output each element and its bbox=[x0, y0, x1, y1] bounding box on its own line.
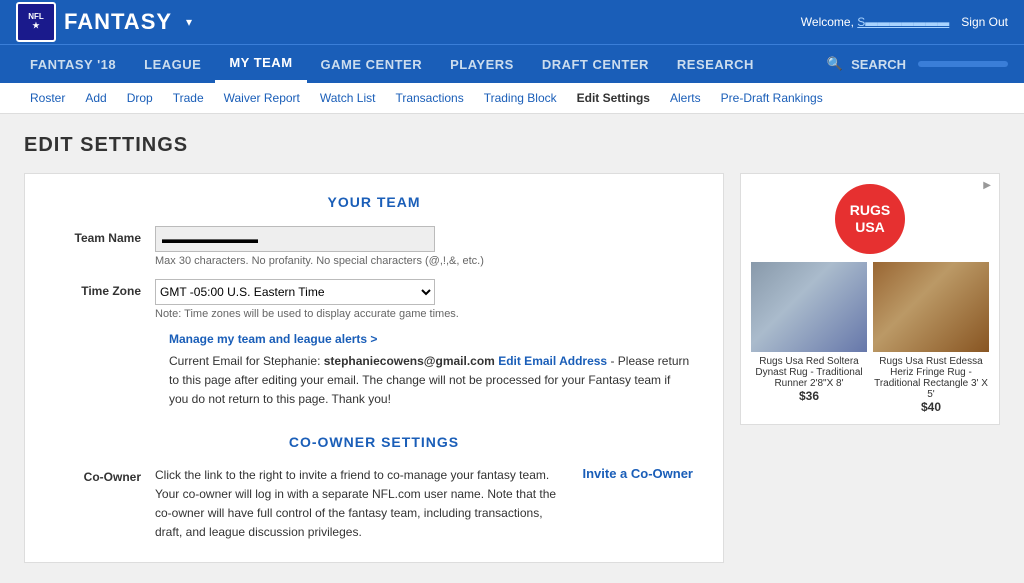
your-team-title: YOUR TEAM bbox=[55, 194, 693, 210]
ad-panel: ▶ RUGSUSA Rugs Usa Red Soltera Dynast Ru… bbox=[740, 173, 1000, 563]
team-name-content: Max 30 characters. No profanity. No spec… bbox=[155, 226, 693, 267]
nav-item-research[interactable]: RESEARCH bbox=[663, 47, 768, 82]
coowner-label: Co-Owner bbox=[55, 466, 155, 484]
ad-image-2[interactable]: Rugs Usa Rust Edessa Heriz Fringe Rug - … bbox=[873, 262, 989, 414]
team-name-label: Team Name bbox=[55, 226, 155, 245]
email-address: stephaniecowens@gmail.com bbox=[324, 354, 495, 368]
search-button[interactable]: 🔍 SEARCH bbox=[827, 56, 906, 72]
timezone-label: Time Zone bbox=[55, 279, 155, 298]
manage-alerts-link[interactable]: Manage my team and league alerts > bbox=[169, 332, 693, 346]
ad-image-1[interactable]: Rugs Usa Red Soltera Dynast Rug - Tradit… bbox=[751, 262, 867, 414]
coowner-row: Co-Owner Click the link to the right to … bbox=[55, 466, 693, 543]
ad-image-placeholder-1 bbox=[751, 262, 867, 352]
nav-item-league[interactable]: LEAGUE bbox=[130, 47, 215, 82]
ad-caption-1: Rugs Usa Red Soltera Dynast Rug - Tradit… bbox=[751, 356, 867, 389]
ad-box: ▶ RUGSUSA Rugs Usa Red Soltera Dynast Ru… bbox=[740, 173, 1000, 425]
ad-image-placeholder-2 bbox=[873, 262, 989, 352]
email-row: Current Email for Stephanie: stephanieco… bbox=[169, 352, 693, 410]
nfl-logo: NFL★ bbox=[16, 2, 56, 42]
rugs-logo-text: RUGSUSA bbox=[850, 202, 890, 236]
main-layout: YOUR TEAM Team Name Max 30 characters. N… bbox=[24, 173, 1000, 563]
coowner-right: Invite a Co-Owner bbox=[582, 466, 693, 481]
ad-logo: RUGSUSA bbox=[751, 184, 989, 254]
invite-coowner-link[interactable]: Invite a Co-Owner bbox=[582, 466, 693, 481]
rugs-usa-logo: RUGSUSA bbox=[835, 184, 905, 254]
subnav-trading-block[interactable]: Trading Block bbox=[474, 83, 567, 113]
page-title: EDIT SETTINGS bbox=[24, 134, 1000, 157]
nav-item-gamecenter[interactable]: GAME CENTER bbox=[307, 47, 437, 82]
search-icon: 🔍 bbox=[827, 56, 843, 72]
top-bar: NFL★ FANTASY ▾ Welcome, S▬▬▬▬▬▬▬ Sign Ou… bbox=[0, 0, 1024, 44]
subnav-alerts[interactable]: Alerts bbox=[660, 83, 711, 113]
subnav-transactions[interactable]: Transactions bbox=[385, 83, 473, 113]
ad-caption-2: Rugs Usa Rust Edessa Heriz Fringe Rug - … bbox=[873, 356, 989, 400]
subnav-trade[interactable]: Trade bbox=[163, 83, 214, 113]
subnav-roster[interactable]: Roster bbox=[20, 83, 75, 113]
coowner-title: CO-OWNER SETTINGS bbox=[55, 434, 693, 450]
subnav-waiver-report[interactable]: Waiver Report bbox=[214, 83, 310, 113]
subnav-add[interactable]: Add bbox=[75, 83, 116, 113]
team-name-input[interactable] bbox=[155, 226, 435, 252]
nav-item-fantasy18[interactable]: FANTASY '18 bbox=[16, 47, 130, 82]
ad-images: Rugs Usa Red Soltera Dynast Rug - Tradit… bbox=[751, 262, 989, 414]
ad-price-1: $36 bbox=[751, 389, 867, 403]
nav-item-players[interactable]: PLAYERS bbox=[436, 47, 528, 82]
timezone-content: GMT -05:00 U.S. Eastern Time Note: Time … bbox=[155, 279, 693, 320]
subnav-predraft[interactable]: Pre-Draft Rankings bbox=[711, 83, 833, 113]
logo-area: NFL★ FANTASY ▾ bbox=[16, 2, 192, 42]
coowner-section: CO-OWNER SETTINGS Co-Owner Click the lin… bbox=[55, 434, 693, 543]
sub-nav: Roster Add Drop Trade Waiver Report Watc… bbox=[0, 83, 1024, 114]
timezone-row: Time Zone GMT -05:00 U.S. Eastern Time N… bbox=[55, 279, 693, 320]
ad-indicator: ▶ bbox=[983, 180, 991, 191]
search-label: SEARCH bbox=[851, 57, 906, 72]
nav-avatar bbox=[918, 61, 1008, 67]
team-name-hint: Max 30 characters. No profanity. No spec… bbox=[155, 255, 693, 267]
ad-price-2: $40 bbox=[873, 400, 989, 414]
timezone-note: Note: Time zones will be used to display… bbox=[155, 308, 693, 320]
edit-email-link[interactable]: Edit Email Address bbox=[498, 354, 607, 368]
page-content: EDIT SETTINGS YOUR TEAM Team Name Max 30… bbox=[0, 114, 1024, 583]
nav-item-draftcenter[interactable]: DRAFT CENTER bbox=[528, 47, 663, 82]
coowner-text: Click the link to the right to invite a … bbox=[155, 466, 562, 543]
welcome-text: Welcome, S▬▬▬▬▬▬▬ bbox=[801, 15, 950, 29]
team-name-row: Team Name Max 30 characters. No profanit… bbox=[55, 226, 693, 267]
nav-bar: FANTASY '18 LEAGUE MY TEAM GAME CENTER P… bbox=[0, 44, 1024, 83]
top-bar-right: Welcome, S▬▬▬▬▬▬▬ Sign Out bbox=[801, 15, 1008, 29]
subnav-edit-settings[interactable]: Edit Settings bbox=[567, 83, 660, 113]
subnav-watchlist[interactable]: Watch List bbox=[310, 83, 386, 113]
username[interactable]: S▬▬▬▬▬▬▬ bbox=[857, 15, 949, 29]
timezone-select[interactable]: GMT -05:00 U.S. Eastern Time bbox=[155, 279, 435, 305]
current-email-label: Current Email for Stephanie: bbox=[169, 354, 320, 368]
subnav-drop[interactable]: Drop bbox=[117, 83, 163, 113]
nav-item-myteam[interactable]: MY TEAM bbox=[215, 45, 306, 83]
brand-dropdown[interactable]: ▾ bbox=[186, 15, 192, 29]
sign-out-button[interactable]: Sign Out bbox=[961, 15, 1008, 29]
brand-title: FANTASY bbox=[64, 9, 172, 35]
form-panel: YOUR TEAM Team Name Max 30 characters. N… bbox=[24, 173, 724, 563]
